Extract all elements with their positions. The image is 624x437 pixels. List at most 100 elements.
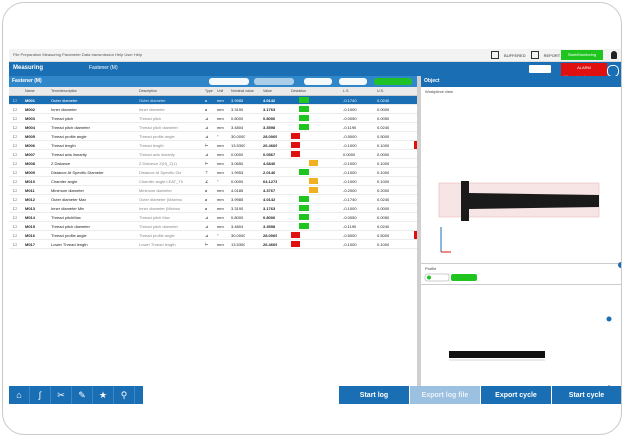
table-row[interactable]: ☐ M011 Minimum diameter Minimum diameter ⌀ mm… xyxy=(9,186,417,195)
panel-handle[interactable] xyxy=(618,262,621,268)
col-desc[interactable]: Description xyxy=(139,89,157,93)
table-row[interactable]: ☐ M010 Chamfer angle Chamfer angle LEAT_Th ∠… xyxy=(9,177,417,186)
col-us[interactable]: U.S. xyxy=(377,89,384,93)
row-us: 0.0050 xyxy=(377,215,390,220)
tools-icon[interactable]: ✂ xyxy=(51,386,72,404)
row-checkbox[interactable]: ☐ xyxy=(13,233,17,238)
col-term[interactable]: Term/description xyxy=(51,89,77,93)
table-row[interactable]: ☐ M017 Lower Thread length Lower Thread len… xyxy=(9,240,417,249)
table-row[interactable]: ☐ M015 Thread pitch diameter Thread pitch d… xyxy=(9,222,417,231)
row-checkbox[interactable]: ☐ xyxy=(13,116,17,121)
table-row[interactable]: ☐ M004 Thread pitch diameter Thread pitch d… xyxy=(9,123,417,132)
table-row[interactable]: ☐ M008 Z Distance Z Distance Z(H)_Z(1) ⊢ mm 3.… xyxy=(9,159,417,168)
start-log-button[interactable]: Start log xyxy=(339,386,409,404)
row-checkbox[interactable]: ☐ xyxy=(13,161,17,166)
row-value: 4.0142 xyxy=(263,98,276,103)
report-label[interactable]: REPORT xyxy=(544,53,561,58)
col-value[interactable]: Value xyxy=(263,89,272,93)
app-screen: File Preparation Measuring Parameter Dat… xyxy=(9,49,621,404)
deviation-bar xyxy=(291,232,300,238)
row-nominal: 0.0000 xyxy=(231,152,244,157)
diameter-chip[interactable] xyxy=(451,274,477,281)
deviation-bar xyxy=(309,160,318,166)
row-checkbox[interactable]: ☐ xyxy=(13,143,17,148)
zoom-control[interactable] xyxy=(529,65,551,73)
row-checkbox[interactable]: ☐ xyxy=(13,98,17,103)
table-row[interactable]: ☐ M012 Outer diameter Max Outer diameter (M… xyxy=(9,195,417,204)
table-row[interactable]: ☐ M003 Thread pitch Thread pitch ⊿ mm 0.8000 0.… xyxy=(9,114,417,123)
report-icon[interactable] xyxy=(530,51,539,59)
row-checkbox[interactable]: ☐ xyxy=(13,170,17,175)
table-row[interactable]: ☐ M001 Outer diameter Outer diameter ⌀ mm 3.99… xyxy=(9,96,417,105)
row-checkbox[interactable]: ☐ xyxy=(13,134,17,139)
col-type[interactable]: Type xyxy=(205,89,213,93)
stats-icon[interactable]: ∫ xyxy=(30,386,51,404)
buffered-label[interactable]: BUFFERED xyxy=(504,53,526,58)
scroll-dot-top[interactable] xyxy=(606,316,612,322)
table-row[interactable]: ☐ M013 Inner diameter Min Inner diameter (M… xyxy=(9,204,417,213)
row-checkbox[interactable]: ☐ xyxy=(13,197,17,202)
row-checkbox[interactable]: ☐ xyxy=(13,215,17,220)
deviation-bar xyxy=(309,187,318,193)
export-log-file-button[interactable]: Export log file xyxy=(410,386,480,404)
program-name[interactable]: Fastener (M) xyxy=(89,65,118,71)
row-desc: Minimum diameter xyxy=(139,188,172,193)
row-nominal: 30.0000 xyxy=(231,233,246,238)
deviation-bar xyxy=(299,169,309,175)
status-button[interactable]: Start/Monitoring xyxy=(561,50,603,60)
row-checkbox[interactable]: ☐ xyxy=(13,179,17,184)
row-desc: Chamfer angle LEAT_Th xyxy=(139,179,183,184)
row-checkbox[interactable]: ☐ xyxy=(13,188,17,193)
row-us: 0.0240 xyxy=(377,98,390,103)
row-nominal: 3.4804 xyxy=(231,125,244,130)
row-value: 64.1273 xyxy=(263,179,278,184)
menu-items[interactable]: File Preparation Measuring Parameter Dat… xyxy=(13,52,142,57)
filter-toggle-5[interactable] xyxy=(374,78,412,85)
table-row[interactable]: ☐ M002 Inner diameter Inner diameter ⌀ mm 3.31… xyxy=(9,105,417,114)
deviation-bar xyxy=(299,97,309,103)
table-row[interactable]: ☐ M014 Thread pitchMax Thread pitch Max ⊿ mm 0… xyxy=(9,213,417,222)
row-id: M009 xyxy=(25,170,36,175)
row-name: Thread pitch xyxy=(51,116,74,121)
col-ls[interactable]: L.S. xyxy=(343,89,349,93)
table-row[interactable]: ☐ M016 Thread profile angle Thread profile … xyxy=(9,231,417,240)
row-checkbox[interactable]: ☐ xyxy=(13,125,17,130)
row-type: ⌀ xyxy=(205,206,208,211)
search-icon[interactable]: ⚲ xyxy=(114,386,135,404)
table-row[interactable]: ☐ M009 Distance At Specific Diameter Distan… xyxy=(9,168,417,177)
viewer-canvas[interactable]: Profile xyxy=(421,87,621,404)
window-icon[interactable] xyxy=(491,51,500,59)
filter-toggle-2[interactable] xyxy=(254,78,294,85)
user-icon[interactable] xyxy=(611,51,617,59)
start-cycle-button[interactable]: Start cycle xyxy=(552,386,621,404)
row-checkbox[interactable]: ☐ xyxy=(13,206,17,211)
col-deviation[interactable]: Deviation xyxy=(291,89,306,93)
row-nominal: 1.9953 xyxy=(231,170,244,175)
filter-toggle-1[interactable] xyxy=(209,78,249,85)
row-id: M010 xyxy=(25,179,36,184)
table-row[interactable]: ☐ M006 Thread length Thread length ⊢ mm 13.530… xyxy=(9,141,417,150)
filter-toggle-4[interactable] xyxy=(339,78,367,85)
row-desc: Outer diameter xyxy=(139,98,166,103)
row-checkbox[interactable]: ☐ xyxy=(13,242,17,247)
row-us: 0.1000 xyxy=(377,161,390,166)
row-us: 0.0240 xyxy=(377,125,390,130)
row-checkbox[interactable]: ☐ xyxy=(13,224,17,229)
row-checkbox[interactable]: ☐ xyxy=(13,152,17,157)
row-type: ⊤ xyxy=(205,170,209,175)
row-unit: mm xyxy=(217,152,224,157)
table-row[interactable]: ☐ M007 Thread axis linearity Thread axis li… xyxy=(9,150,417,159)
attach-icon[interactable]: ✎ xyxy=(72,386,93,404)
col-nominal[interactable]: Nominal value xyxy=(231,89,254,93)
row-ls: -0.1740 xyxy=(343,197,357,202)
col-name[interactable]: Name xyxy=(25,89,35,93)
filter-toggle-3[interactable] xyxy=(304,78,332,85)
table-row[interactable]: ☐ M005 Thread profile angle Thread profile … xyxy=(9,132,417,141)
row-checkbox[interactable]: ☐ xyxy=(13,107,17,112)
table-header: Name Term/description Description Type U… xyxy=(9,87,417,96)
col-unit[interactable]: Unit xyxy=(217,89,223,93)
row-id: M006 xyxy=(25,143,36,148)
home-icon[interactable]: ⌂ xyxy=(9,386,30,404)
star-icon[interactable]: ★ xyxy=(93,386,114,404)
export-cycle-button[interactable]: Export cycle xyxy=(481,386,551,404)
